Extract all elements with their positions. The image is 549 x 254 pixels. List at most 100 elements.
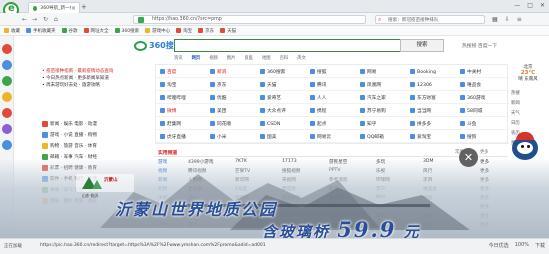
sidebar-music-icon[interactable] [2,124,12,134]
site-link[interactable]: Booking [410,69,436,75]
site-link[interactable]: 赶集网 [160,121,181,127]
favorite-item[interactable]: 天猫 [220,28,236,34]
site-link[interactable]: 360搜索 [260,69,285,75]
search-tab[interactable]: 英文 [297,55,306,61]
site-link[interactable]: 斗鱼 [460,121,476,127]
site-link[interactable]: 天猫 [260,82,276,88]
site-link[interactable]: CSDN [260,121,280,127]
favorite-item[interactable]: 网址大全 [83,28,109,34]
zoom-level[interactable]: 100% [515,242,529,249]
category-row[interactable]: 新闻 · 娱乐 电影 · 动漫 [42,118,142,129]
minimize-button[interactable]: — [514,2,520,9]
promo-line[interactable]: • 今日热点新闻 · 更多新闻早知道 [42,75,142,82]
site-link[interactable]: 爱淘宝 [410,134,431,140]
site-link[interactable]: 网易 [360,69,376,75]
favorite-item[interactable]: 收藏 [4,28,20,34]
channel-more-link[interactable]: 更多 [480,149,489,155]
promo-line[interactable]: • 周末游玩好去处 · 旅游攻略 [42,82,142,89]
download-icon[interactable]: ⇩ [505,16,510,23]
home-icon[interactable]: ⌂ [54,16,58,23]
menu-icon[interactable]: ≡ [517,16,522,23]
site-link[interactable]: 当当网 [410,108,431,114]
site-link[interactable]: 小米 [210,134,226,140]
site-link[interactable]: 苏宁易购 [360,108,386,114]
site-link[interactable]: 凤凰网 [360,82,381,88]
extensions-icon[interactable]: ▦ [492,16,498,23]
tab-close-icon[interactable]: × [71,5,76,12]
site-link[interactable]: 中关村 [460,69,481,75]
main-search-input[interactable] [174,39,400,52]
search-tab[interactable]: 图片 [227,55,236,61]
site-link[interactable]: 优酷 [210,95,226,101]
site-link[interactable]: 58同城 [460,108,482,114]
browser-search-input[interactable]: ⌕ 搜索：新冠疫苗接种排队 [375,15,485,24]
right-column-link[interactable]: 热搜 [511,90,545,96]
site-link[interactable]: 东方财富 [410,95,436,101]
site-link[interactable]: 大众点评 [260,108,286,114]
site-link[interactable]: 人人 [310,95,326,101]
back-icon[interactable]: ← [22,16,27,23]
site-link[interactable]: 汽车之家 [360,95,386,101]
search-tab[interactable]: 百科 [280,55,289,61]
search-tab[interactable]: 网页 [192,55,201,61]
active-tab[interactable]: 360导航_新一代安全上网导航 × [28,2,80,13]
site-link[interactable]: 同花顺 [210,121,231,127]
site-link[interactable]: 携程 [310,108,326,114]
site-link[interactable]: 国美 [260,134,276,140]
right-column-link[interactable]: 天气 [511,110,545,116]
favorite-item[interactable]: 京东 [198,28,214,34]
weather-widget[interactable]: 北京 23°C 晴 东南风 [509,64,547,86]
site-link[interactable]: 虎牙直播 [160,134,186,140]
sidebar-game-icon[interactable] [2,76,12,86]
status-download-button[interactable]: 下载 [535,242,545,249]
site-link[interactable]: 起点 [310,121,326,127]
search-tab[interactable]: 视频 [209,55,218,61]
favorite-item[interactable]: 游戏中心 [145,28,170,34]
site-link[interactable]: 淘宝 [160,82,176,88]
site-link[interactable]: 网易云 [310,134,331,140]
site-link[interactable]: 爱奇艺 [260,95,281,101]
ad-banner[interactable]: 沂蒙山 山东·临沂 沂蒙山世界地质公园 含玻璃桥 59.9 元 [0,160,549,240]
site-link[interactable]: QQ邮箱 [360,134,384,140]
sidebar-weibo-icon[interactable] [2,44,12,54]
right-column-link[interactable]: 新闻 [511,100,545,106]
refresh-icon[interactable]: ↻ [43,16,48,23]
favorite-item[interactable]: 360搜索 [114,28,139,34]
site-link[interactable]: 唯品会 [460,82,481,88]
site-link[interactable]: 百度 [160,69,176,75]
sidebar-shop-icon[interactable] [2,108,12,118]
favorite-item[interactable]: 淘宝 [176,28,192,34]
search-tab[interactable]: 资讯 [174,55,183,61]
site-link[interactable]: 腾讯 [310,82,326,88]
new-tab-button[interactable]: + [81,3,87,11]
site-link[interactable]: 哔哩哔哩 [160,95,186,101]
site-link[interactable]: 知乎 [360,121,376,127]
forward-icon[interactable]: → [32,16,37,23]
site-link[interactable]: 京东 [210,82,226,88]
close-ad-button[interactable]: ✕ [459,148,478,167]
site-link[interactable]: 微博 [160,108,176,114]
url-field[interactable]: https://hao.360.cn/?src=pmp [133,15,366,24]
sidebar-news-icon[interactable] [2,60,12,70]
search-tab[interactable]: 良医 [244,55,253,61]
category-row[interactable]: 游戏 · 小说 直播 · 购物 [42,129,142,140]
site-link[interactable]: 搜狗 [460,134,476,140]
site-link[interactable]: 新浪 [210,69,226,75]
favorite-item[interactable]: 手机收藏夹 [26,28,56,34]
status-deals-button[interactable]: 今日优选 [489,242,509,249]
favorite-item[interactable]: 谷歌 [61,28,78,34]
hot-search-link[interactable]: 热搜榜 百度一下 [462,42,497,49]
sidebar-mail-icon[interactable] [2,140,12,150]
search-tab[interactable]: 地图 [262,55,271,61]
sidebar-video-icon[interactable] [2,92,12,102]
maximize-button[interactable]: □ [527,2,533,9]
site-link[interactable]: 12306 [410,82,432,88]
promo-line[interactable]: • 疫苗接种指南 · 最新疫情动态查询 [42,68,142,75]
category-row[interactable]: 购物 · 旅游 音乐 · 体育 [42,140,142,151]
right-column-link[interactable]: 日历 [511,120,545,126]
close-window-button[interactable]: ✕ [540,2,545,9]
site-link[interactable]: 拼多多 [410,121,431,127]
search-button[interactable]: 搜索 [400,39,444,52]
site-link[interactable]: 360游戏 [460,95,485,101]
site-link[interactable]: 搜狐 [310,69,326,75]
